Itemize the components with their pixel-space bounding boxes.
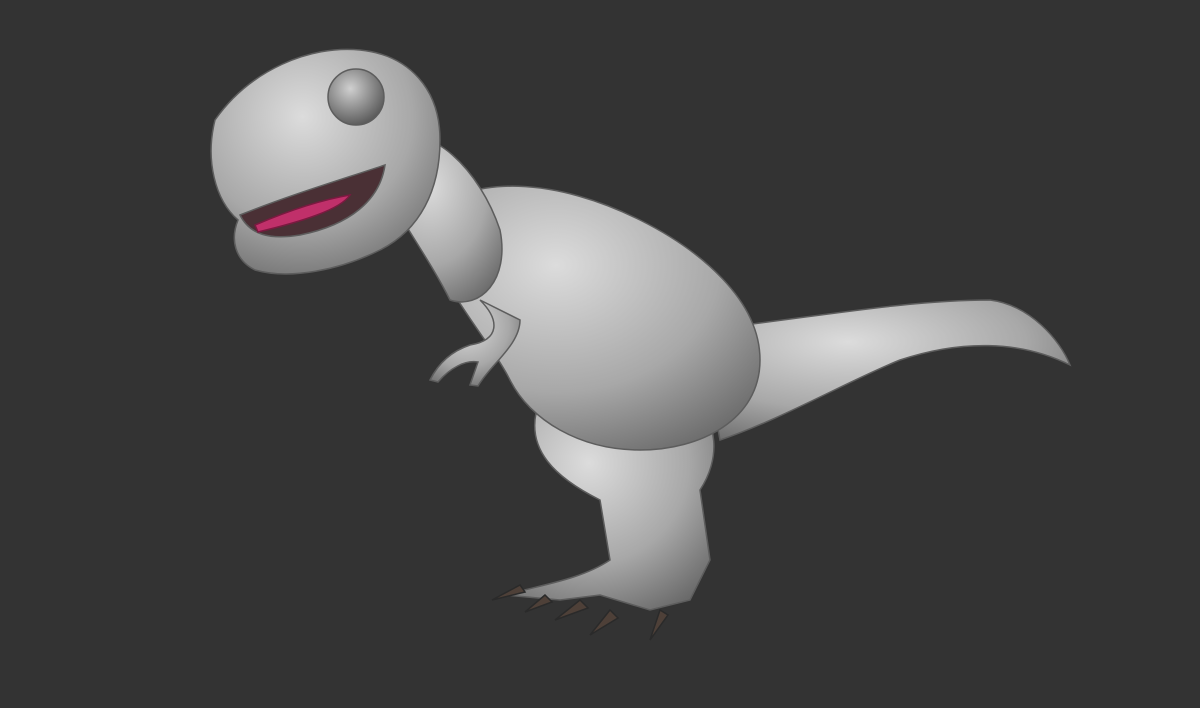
viewport-3d[interactable] xyxy=(0,0,1200,708)
eye xyxy=(327,68,385,126)
